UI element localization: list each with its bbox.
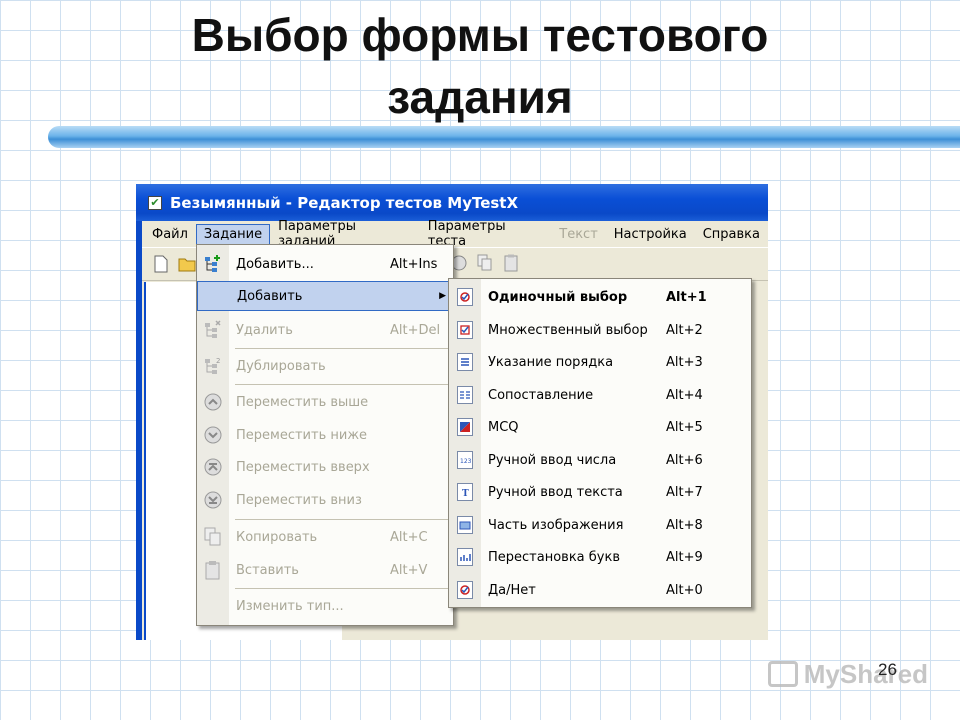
paste-icon — [203, 560, 223, 580]
svg-text:T: T — [462, 489, 469, 498]
slide-title-line-1: Выбор формы тестового — [191, 9, 769, 61]
menu-item-single-choice[interactable]: Одиночный выбор Alt+1 — [449, 281, 751, 313]
slide-title-line-2: задания — [387, 71, 573, 123]
tree-delete-icon — [203, 320, 223, 340]
number-input-icon: 123 — [457, 451, 473, 469]
watermark-icon — [768, 661, 798, 687]
menu-item-paste[interactable]: Вставить Alt+V — [197, 555, 453, 585]
menu-separator — [235, 384, 449, 385]
menu-separator — [235, 348, 449, 349]
menu-item-multiple-choice[interactable]: Множественный выбор Alt+2 — [449, 314, 751, 346]
text-input-icon: T — [457, 483, 473, 501]
paste-icon[interactable] — [500, 252, 522, 274]
multiple-choice-icon — [457, 321, 473, 339]
menu-item-move-down[interactable]: Переместить ниже — [197, 420, 453, 450]
task-menu: Добавить... Alt+Ins Добавить ▶ Удалить A… — [196, 244, 454, 626]
menu-item-move-bottom[interactable]: Переместить вниз — [197, 485, 453, 515]
window-title: Безымянный - Редактор тестов MyTestX — [170, 193, 519, 212]
menu-item-move-top[interactable]: Переместить вверх — [197, 452, 453, 482]
menu-item-letter-permutation[interactable]: Перестановка букв Alt+9 — [449, 541, 751, 573]
arrow-up-circle-icon — [203, 392, 223, 412]
menu-item-move-up[interactable]: Переместить выше — [197, 387, 453, 417]
title-underline-bar — [48, 126, 960, 148]
menu-item-number-input[interactable]: 123 Ручной ввод числа Alt+6 — [449, 444, 751, 476]
single-choice-icon — [457, 288, 473, 306]
menu-help[interactable]: Справка — [695, 224, 768, 245]
menu-item-matching[interactable]: Сопоставление Alt+4 — [449, 379, 751, 411]
menu-item-add-submenu[interactable]: Добавить ▶ — [197, 281, 453, 311]
slide-title: Выбор формы тестового задания — [0, 4, 960, 128]
arrow-down-circle-icon — [203, 425, 223, 445]
svg-text:123: 123 — [460, 458, 471, 465]
menu-item-yes-no[interactable]: Да/Нет Alt+0 — [449, 574, 751, 606]
menu-task[interactable]: Задание — [195, 223, 271, 245]
menu-separator — [235, 519, 449, 520]
menu-item-change-type[interactable]: Изменить тип... — [197, 591, 453, 621]
svg-text:2: 2 — [216, 357, 220, 365]
watermark-logo: MyShared — [768, 654, 928, 694]
checkbox-icon: ✔ — [148, 195, 162, 210]
menu-item-add-dialog[interactable]: Добавить... Alt+Ins — [197, 249, 453, 279]
menu-settings[interactable]: Настройка — [606, 224, 695, 245]
copy-icon[interactable] — [474, 252, 496, 274]
arrow-top-circle-icon — [203, 457, 223, 477]
copy-icon — [203, 527, 223, 547]
menu-item-mcq[interactable]: MCQ Alt+5 — [449, 411, 751, 443]
add-task-submenu: Одиночный выбор Alt+1 Множественный выбо… — [448, 278, 752, 608]
matching-icon — [457, 386, 473, 404]
watermark-text: MyShared — [803, 658, 928, 689]
menu-separator — [235, 588, 449, 589]
menu-item-text-input[interactable]: T Ручной ввод текста Alt+7 — [449, 476, 751, 508]
letter-permutation-icon — [457, 548, 473, 566]
menu-item-copy[interactable]: Копировать Alt+C — [197, 522, 453, 552]
page-number: 26 — [878, 660, 897, 679]
menu-item-delete[interactable]: Удалить Alt+Del — [197, 315, 453, 345]
menu-item-image-part[interactable]: Часть изображения Alt+8 — [449, 509, 751, 541]
menu-text[interactable]: Текст — [551, 224, 606, 245]
toolbar-right-group — [448, 252, 526, 274]
tree-add-icon — [203, 254, 223, 274]
new-file-icon[interactable] — [150, 253, 172, 275]
menu-item-ordering[interactable]: Указание порядка Alt+3 — [449, 346, 751, 378]
arrow-bottom-circle-icon — [203, 490, 223, 510]
open-folder-icon[interactable] — [176, 253, 198, 275]
tree-duplicate-icon: 2 — [203, 356, 223, 376]
mcq-icon — [457, 418, 473, 436]
ordering-icon — [457, 353, 473, 371]
window-left-border — [136, 221, 142, 640]
image-part-icon — [457, 516, 473, 534]
menu-file[interactable]: Файл — [144, 224, 196, 245]
submenu-arrow-icon: ▶ — [439, 291, 446, 301]
menu-item-duplicate[interactable]: 2 Дублировать — [197, 351, 453, 381]
yes-no-icon — [457, 581, 473, 599]
